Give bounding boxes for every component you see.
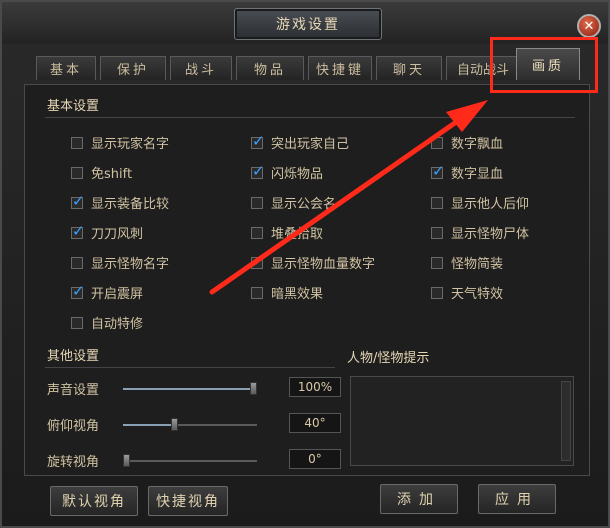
checkbox[interactable]	[431, 196, 443, 209]
checkbox[interactable]	[251, 132, 265, 150]
option-dark-effect[interactable]: 暗黑效果	[251, 283, 323, 302]
annotation-highlight-box	[490, 37, 598, 93]
checkbox[interactable]	[71, 136, 83, 149]
checkbox[interactable]	[71, 316, 83, 329]
option-show-equip-compare[interactable]: 显示装备比较	[71, 192, 169, 212]
pitch-label: 俯仰视角	[47, 419, 100, 434]
checkbox[interactable]	[251, 286, 263, 299]
option-weather-effects[interactable]: 天气特效	[431, 283, 503, 302]
option-stack-pickup[interactable]: 堆叠拾取	[251, 223, 323, 242]
option-floating-damage[interactable]: 数字飘血	[431, 133, 503, 152]
hint-scrollbar[interactable]	[561, 381, 571, 461]
option-show-player-name[interactable]: 显示玩家名字	[71, 133, 169, 152]
checkbox[interactable]	[431, 286, 443, 299]
option-auto-repair[interactable]: 自动特修	[71, 313, 143, 332]
other-settings-title: 其他设置	[47, 349, 100, 364]
option-highlight-self[interactable]: 突出玩家自己	[251, 132, 349, 152]
option-show-guild-name[interactable]: 显示公会名	[251, 193, 336, 212]
close-icon: ✕	[583, 18, 595, 34]
option-show-monster-corpse[interactable]: 显示怪物尸体	[431, 223, 529, 242]
tab-combat[interactable]: 战斗	[170, 56, 232, 80]
checkbox[interactable]	[251, 226, 263, 239]
divider	[45, 367, 335, 368]
checkbox[interactable]	[71, 222, 85, 240]
apply-button[interactable]: 应用	[478, 484, 556, 514]
basic-settings-title: 基本设置	[47, 99, 100, 114]
sound-label: 声音设置	[47, 383, 100, 398]
slider-thumb[interactable]	[171, 418, 178, 431]
option-blade-wind[interactable]: 刀刀风刺	[71, 222, 143, 242]
checkbox[interactable]	[71, 256, 83, 269]
pitch-value: 40°	[289, 413, 341, 433]
sound-value: 100%	[289, 377, 341, 397]
tab-basic[interactable]: 基本	[36, 56, 96, 80]
checkbox[interactable]	[431, 136, 443, 149]
close-button[interactable]: ✕	[577, 14, 601, 38]
option-no-shift[interactable]: 免shift	[71, 163, 132, 182]
sound-slider[interactable]	[123, 382, 257, 395]
default-view-button[interactable]: 默认视角	[50, 486, 138, 516]
slider-thumb[interactable]	[123, 454, 130, 467]
hint-list[interactable]	[350, 376, 574, 466]
checkbox[interactable]	[71, 192, 85, 210]
tab-chat[interactable]: 聊天	[376, 56, 442, 80]
quick-view-button[interactable]: 快捷视角	[148, 486, 228, 516]
option-flash-items[interactable]: 闪烁物品	[251, 162, 323, 182]
window-title: 游戏设置	[234, 8, 382, 40]
option-show-monster-name[interactable]: 显示怪物名字	[71, 253, 169, 272]
checkbox[interactable]	[71, 282, 85, 300]
checkbox[interactable]	[251, 162, 265, 180]
option-numeric-hp[interactable]: 数字显血	[431, 162, 503, 182]
checkbox[interactable]	[251, 196, 263, 209]
rotation-label: 旋转视角	[47, 455, 100, 470]
checkbox[interactable]	[251, 252, 265, 270]
rotation-value: 0°	[289, 449, 341, 469]
divider	[45, 117, 575, 118]
checkbox[interactable]	[431, 256, 443, 269]
tab-protect[interactable]: 保护	[100, 56, 166, 80]
slider-thumb[interactable]	[250, 382, 257, 395]
option-screen-shake[interactable]: 开启震屏	[71, 282, 143, 302]
add-button[interactable]: 添加	[380, 484, 458, 514]
checkbox[interactable]	[71, 166, 83, 179]
tab-items[interactable]: 物品	[236, 56, 304, 80]
option-show-others-knockback[interactable]: 显示他人后仰	[431, 193, 529, 212]
checkbox[interactable]	[431, 162, 445, 180]
pitch-slider[interactable]	[123, 418, 257, 431]
tab-hotkeys[interactable]: 快捷键	[308, 56, 372, 80]
option-show-monster-hp[interactable]: 显示怪物血量数字	[251, 252, 375, 272]
option-simple-monsters[interactable]: 怪物简装	[431, 253, 503, 272]
checkbox[interactable]	[431, 226, 443, 239]
hint-title: 人物/怪物提示	[347, 351, 430, 366]
rotation-slider[interactable]	[123, 454, 257, 467]
